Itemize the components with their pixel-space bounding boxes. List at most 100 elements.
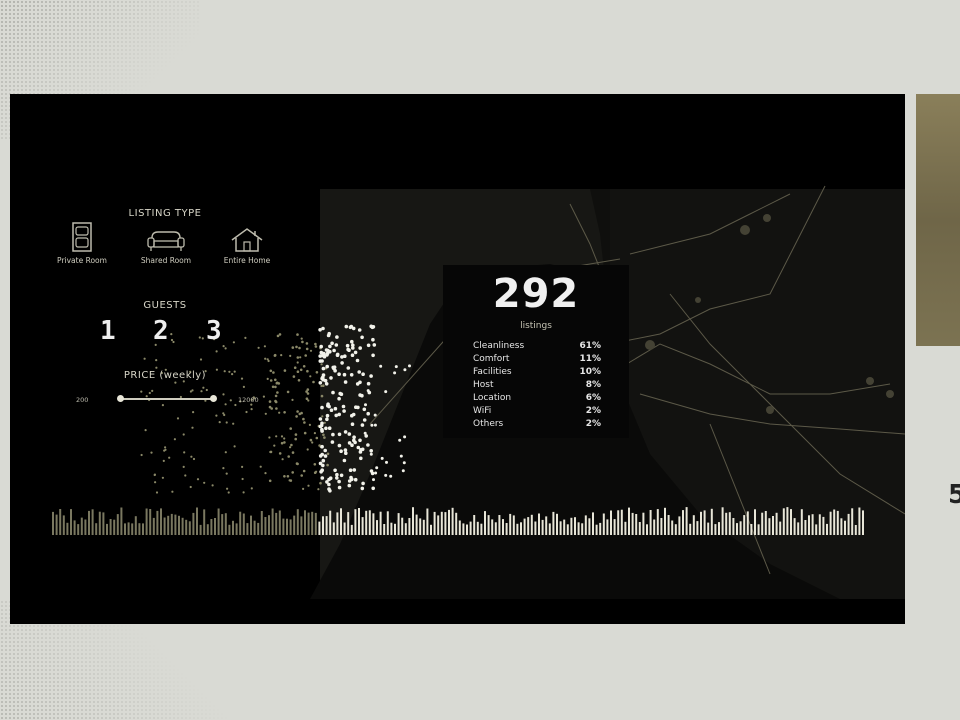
timeline-bar[interactable] [138,523,141,535]
timeline-bar[interactable] [768,518,771,535]
timeline-bar[interactable] [62,515,65,535]
timeline-bar[interactable] [844,520,846,535]
timeline-bar[interactable] [862,510,864,535]
timeline-bar[interactable] [221,514,224,535]
timeline-bar[interactable] [800,509,803,535]
timeline-bar[interactable] [127,522,130,535]
timeline-bar[interactable] [491,519,494,535]
timeline-bar[interactable] [642,512,645,535]
timeline-bar[interactable] [361,517,364,535]
timeline-bar[interactable] [480,523,483,535]
timeline-bar[interactable] [624,521,627,535]
timeline-bar[interactable] [214,518,216,535]
timeline-bar[interactable] [772,516,774,535]
timeline-bar[interactable] [808,515,810,535]
timeline-bar[interactable] [188,521,191,535]
timeline-bar[interactable] [595,524,598,535]
timeline-bar[interactable] [667,515,670,535]
timeline-bar[interactable] [714,524,717,535]
timeline-bar[interactable] [746,511,749,535]
timeline-bar[interactable] [728,512,731,535]
timeline-bar[interactable] [379,511,382,535]
timeline-bar[interactable] [181,517,184,535]
timeline-bar[interactable] [217,508,220,536]
timeline-bar[interactable] [390,522,393,535]
timeline-bar[interactable] [325,516,328,535]
timeline-bar[interactable] [131,523,134,535]
timeline-bar[interactable] [91,509,94,535]
timeline-bar[interactable] [548,523,551,535]
timeline-bar[interactable] [754,509,756,535]
timeline-bar[interactable] [646,524,648,535]
timeline-bar[interactable] [167,515,170,535]
timeline-bar[interactable] [365,510,368,535]
timeline-bar[interactable] [383,524,386,535]
timeline-bar[interactable] [718,522,720,535]
timeline-bar[interactable] [700,511,702,535]
timeline-bar[interactable] [782,508,785,535]
timeline-bar[interactable] [527,517,530,535]
timeline-bar[interactable] [635,514,638,535]
timeline-bar[interactable] [574,517,576,535]
timeline-bar[interactable] [793,518,796,535]
timeline-bar[interactable] [444,512,447,535]
timeline-bar[interactable] [156,510,159,535]
timeline-bar[interactable] [300,516,303,535]
timeline-bar[interactable] [440,511,443,535]
timeline-bar[interactable] [836,510,839,535]
timeline-bar[interactable] [199,524,202,535]
timeline-bar[interactable] [419,518,422,535]
timeline-bar[interactable] [628,507,630,535]
timeline-bar[interactable] [88,510,90,535]
timeline-bar[interactable] [250,515,252,535]
timeline-bar[interactable] [239,511,242,535]
timeline-bar[interactable] [710,508,713,535]
timeline-bar[interactable] [394,523,396,535]
timeline-bar[interactable] [674,524,677,535]
timeline-bar[interactable] [779,521,782,535]
timeline-bar[interactable] [408,518,411,535]
timeline-bar[interactable] [242,513,245,536]
timeline-bar[interactable] [340,508,342,535]
timeline-bar[interactable] [120,507,123,536]
timeline-bar[interactable] [840,518,843,535]
timeline-bar[interactable] [775,512,778,535]
timeline-bar[interactable] [584,515,587,535]
timeline-bar[interactable] [556,513,558,535]
adjacent-slide-thumbnail[interactable] [916,94,960,346]
timeline-bar[interactable] [404,523,407,535]
timeline-bar[interactable] [282,518,285,535]
timeline-bar[interactable] [509,513,512,535]
timeline-bar[interactable] [739,521,742,535]
timeline-bar[interactable] [70,509,72,535]
timeline-bar[interactable] [163,517,166,536]
price-histogram-timeline[interactable] [10,94,905,624]
timeline-bar[interactable] [98,511,101,535]
timeline-bar[interactable] [462,523,465,535]
timeline-bar[interactable] [343,522,346,536]
timeline-bar[interactable] [318,521,321,535]
timeline-bar[interactable] [592,512,594,535]
timeline-bar[interactable] [512,515,515,535]
timeline-bar[interactable] [743,515,746,535]
timeline-bar[interactable] [257,522,260,535]
timeline-bar[interactable] [350,524,353,535]
timeline-bar[interactable] [494,522,497,535]
timeline-bar[interactable] [358,508,360,535]
timeline-bar[interactable] [307,512,310,535]
timeline-bar[interactable] [412,507,414,535]
timeline-bar[interactable] [422,519,425,535]
timeline-bar[interactable] [95,523,98,535]
timeline-bar[interactable] [703,510,706,535]
timeline-bar[interactable] [476,521,479,535]
timeline-bar[interactable] [502,519,504,535]
timeline-bar[interactable] [145,508,148,536]
timeline-bar[interactable] [448,509,450,535]
timeline-bar[interactable] [516,523,519,535]
timeline-bar[interactable] [55,514,58,535]
timeline-bar[interactable] [530,514,533,535]
timeline-bar[interactable] [707,522,710,535]
timeline-bar[interactable] [174,514,177,535]
timeline-bar[interactable] [397,513,400,535]
timeline-bar[interactable] [178,515,180,535]
